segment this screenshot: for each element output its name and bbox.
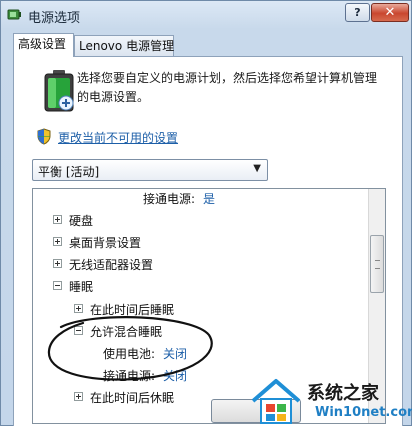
close-button[interactable]: ✕ — [371, 3, 409, 22]
chevron-down-icon: ▼ — [253, 163, 261, 174]
power-plan-select[interactable]: 平衡 [活动] ▼ — [32, 159, 268, 181]
watermark: 系统之家 Win10net.com — [249, 375, 412, 426]
house-logo-icon — [251, 379, 301, 424]
window-title: 电源选项 — [28, 11, 81, 26]
grip-icon — [375, 260, 380, 269]
collapse-icon[interactable] — [53, 281, 62, 290]
tree-row-label: 无线适配器设置 — [69, 258, 154, 272]
watermark-title: 系统之家 — [307, 383, 379, 404]
title-bar[interactable]: 电源选项 ? ✕ — [1, 1, 411, 29]
tree-row-wireless-adapter[interactable]: 无线适配器设置 — [33, 255, 363, 275]
change-unavailable-settings-link[interactable]: 更改当前不可用的设置 — [58, 129, 178, 146]
expand-icon[interactable] — [53, 259, 62, 268]
tab-lenovo-power-management[interactable]: Lenovo 电源管理 — [74, 35, 174, 56]
tree-row-value-link[interactable]: 是 — [203, 190, 215, 207]
expand-icon[interactable] — [53, 215, 62, 224]
scrollbar-thumb[interactable] — [370, 235, 384, 293]
tree-row-label: 在此时间后休眠 — [90, 391, 175, 405]
tree-row-label: 硬盘 — [69, 214, 94, 228]
power-options-dialog: 电源选项 ? ✕ 高级设置 Lenovo 电源管理 选择您要自定义的电源计划，然… — [0, 0, 412, 426]
uac-shield-icon — [37, 128, 51, 145]
tree-row-sleep[interactable]: 睡眠 — [33, 277, 363, 297]
power-plan-value: 平衡 [活动] — [38, 165, 100, 179]
expand-icon[interactable] — [74, 392, 83, 401]
intro-text: 选择您要自定义的电源计划，然后选择您希望计算机管理的电源设置。 — [77, 71, 378, 104]
tree-row-label: 桌面背景设置 — [69, 236, 142, 250]
annotation-ellipse — [47, 316, 213, 381]
battery-power-icon — [44, 70, 74, 112]
power-options-icon — [7, 9, 21, 20]
tree-row-label: 接通电源: — [143, 192, 196, 206]
tree-row-label: 睡眠 — [69, 280, 94, 294]
expand-icon[interactable] — [74, 304, 83, 313]
watermark-url: Win10net.com — [315, 405, 412, 420]
tree-row-desktop-background[interactable]: 桌面背景设置 — [33, 233, 363, 253]
help-button[interactable]: ? — [345, 3, 370, 22]
tree-row-hard-disk[interactable]: 硬盘 — [33, 211, 363, 231]
expand-icon[interactable] — [53, 237, 62, 246]
tab-advanced-settings[interactable]: 高级设置 — [13, 33, 74, 57]
